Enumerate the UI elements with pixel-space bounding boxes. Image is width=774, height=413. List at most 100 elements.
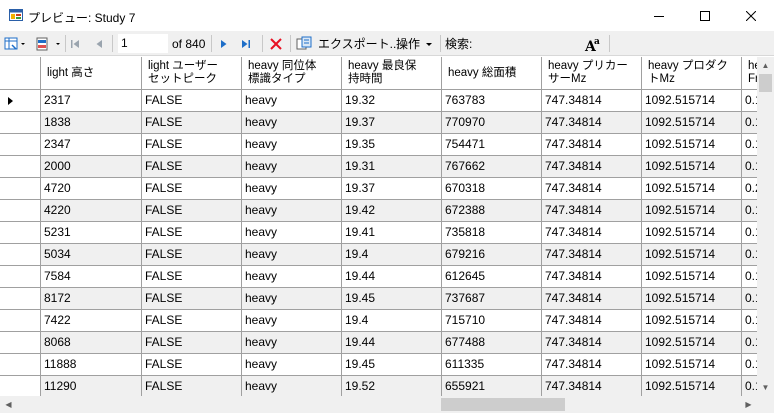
table-row[interactable]: 5231 FALSE heavy 19.41 735818 747.34814 1092.5… (0, 222, 757, 244)
table-cell[interactable]: heavy (242, 266, 342, 288)
table-cell[interactable]: FALSE (142, 332, 242, 354)
column-header[interactable]: heavy プリカー サーMz (542, 57, 642, 90)
table-cell[interactable]: 0.1 (742, 332, 757, 354)
table-cell[interactable]: heavy (242, 288, 342, 310)
table-cell[interactable]: 747.34814 (542, 266, 642, 288)
table-cell[interactable]: 2317 (41, 90, 142, 112)
table-cell[interactable]: 19.44 (342, 266, 442, 288)
column-header[interactable]: light 高さ (41, 57, 142, 90)
table-row[interactable]: 11290 FALSE heavy 19.52 655921 747.34814 1092.… (0, 376, 757, 396)
scroll-right-icon[interactable]: ▶ (740, 396, 757, 413)
table-cell[interactable]: 763783 (442, 90, 542, 112)
table-cell[interactable]: 19.52 (342, 376, 442, 396)
table-cell[interactable]: FALSE (142, 222, 242, 244)
last-record-button[interactable] (240, 31, 252, 56)
table-cell[interactable]: 8068 (41, 332, 142, 354)
vertical-scrollbar[interactable]: ▲ ▼ (757, 57, 774, 396)
column-header[interactable]: heavy 総面積 (442, 57, 542, 90)
close-button[interactable] (728, 0, 774, 31)
row-header[interactable] (0, 222, 41, 244)
table-cell[interactable]: 747.34814 (542, 354, 642, 376)
table-cell[interactable]: heavy (242, 134, 342, 156)
row-header[interactable] (0, 90, 41, 112)
table-cell[interactable]: 747.34814 (542, 90, 642, 112)
row-header[interactable] (0, 310, 41, 332)
table-cell[interactable]: 0.1 (742, 90, 757, 112)
row-header[interactable] (0, 112, 41, 134)
table-cell[interactable]: 8172 (41, 288, 142, 310)
table-cell[interactable]: 0.1 (742, 156, 757, 178)
row-header[interactable] (0, 376, 41, 396)
table-cell[interactable]: 747.34814 (542, 376, 642, 396)
table-row[interactable]: 11888 FALSE heavy 19.45 611335 747.34814 1092.… (0, 354, 757, 376)
table-cell[interactable]: 19.45 (342, 354, 442, 376)
table-cell[interactable]: 7584 (41, 266, 142, 288)
table-cell[interactable]: heavy (242, 222, 342, 244)
table-cell[interactable]: 1838 (41, 112, 142, 134)
next-record-button[interactable] (218, 31, 230, 56)
table-cell[interactable]: heavy (242, 156, 342, 178)
table-cell[interactable]: 747.34814 (542, 200, 642, 222)
table-cell[interactable]: 19.42 (342, 200, 442, 222)
table-cell[interactable]: 19.32 (342, 90, 442, 112)
maximize-button[interactable] (682, 0, 728, 31)
table-cell[interactable]: 1092.515714 (642, 90, 742, 112)
table-cell[interactable]: 747.34814 (542, 288, 642, 310)
table-cell[interactable]: heavy (242, 310, 342, 332)
row-header[interactable] (0, 244, 41, 266)
search-input[interactable] (478, 34, 578, 53)
table-cell[interactable]: 612645 (442, 266, 542, 288)
scroll-down-icon[interactable]: ▼ (757, 379, 774, 396)
table-cell[interactable]: heavy (242, 244, 342, 266)
table-cell[interactable]: 0.1 (742, 310, 757, 332)
row-header[interactable] (0, 354, 41, 376)
column-header[interactable]: heavy 同位体 標識タイプ (242, 57, 342, 90)
table-cell[interactable]: 735818 (442, 222, 542, 244)
export-button[interactable]: エクスポート... (296, 31, 400, 56)
table-cell[interactable]: 11290 (41, 376, 142, 396)
table-row[interactable]: 8172 FALSE heavy 19.45 737687 747.34814 1092.5… (0, 288, 757, 310)
table-cell[interactable]: heavy (242, 178, 342, 200)
table-cell[interactable]: 1092.515714 (642, 222, 742, 244)
table-cell[interactable]: 670318 (442, 178, 542, 200)
table-cell[interactable]: 1092.515714 (642, 332, 742, 354)
table-cell[interactable]: 19.37 (342, 112, 442, 134)
table-cell[interactable]: heavy (242, 376, 342, 396)
row-header[interactable] (0, 332, 41, 354)
table-cell[interactable]: 747.34814 (542, 134, 642, 156)
table-cell[interactable]: 747.34814 (542, 156, 642, 178)
table-cell[interactable]: 754471 (442, 134, 542, 156)
table-row[interactable]: 2347 FALSE heavy 19.35 754471 747.34814 1092.5… (0, 134, 757, 156)
table-row[interactable]: 7584 FALSE heavy 19.44 612645 747.34814 1092.5… (0, 266, 757, 288)
table-cell[interactable]: FALSE (142, 244, 242, 266)
row-header[interactable] (0, 134, 41, 156)
table-cell[interactable]: 0.1 (742, 266, 757, 288)
table-cell[interactable]: heavy (242, 332, 342, 354)
table-cell[interactable]: 2347 (41, 134, 142, 156)
table-cell[interactable]: 7422 (41, 310, 142, 332)
table-cell[interactable]: FALSE (142, 266, 242, 288)
table-cell[interactable]: 0.1 (742, 134, 757, 156)
table-cell[interactable]: 19.41 (342, 222, 442, 244)
row-header[interactable] (0, 178, 41, 200)
first-record-button[interactable] (69, 31, 81, 56)
row-header[interactable] (0, 266, 41, 288)
table-cell[interactable]: 1092.515714 (642, 354, 742, 376)
table-cell[interactable]: 19.45 (342, 288, 442, 310)
table-cell[interactable]: heavy (242, 112, 342, 134)
horizontal-scroll-thumb[interactable] (441, 398, 565, 411)
table-cell[interactable]: FALSE (142, 178, 242, 200)
table-cell[interactable]: 0.1 (742, 288, 757, 310)
table-cell[interactable]: heavy (242, 200, 342, 222)
table-cell[interactable]: FALSE (142, 354, 242, 376)
column-chooser-button[interactable] (4, 31, 26, 56)
table-cell[interactable]: FALSE (142, 156, 242, 178)
table-cell[interactable]: 1092.515714 (642, 244, 742, 266)
table-row[interactable]: 7422 FALSE heavy 19.4 715710 747.34814 1092.51… (0, 310, 757, 332)
table-cell[interactable]: 1092.515714 (642, 376, 742, 396)
filter-menu-button[interactable] (35, 31, 63, 56)
table-row[interactable]: 8068 FALSE heavy 19.44 677488 747.34814 1092.5… (0, 332, 757, 354)
delete-button[interactable] (268, 31, 284, 56)
table-cell[interactable]: 4720 (41, 178, 142, 200)
row-header[interactable] (0, 156, 41, 178)
